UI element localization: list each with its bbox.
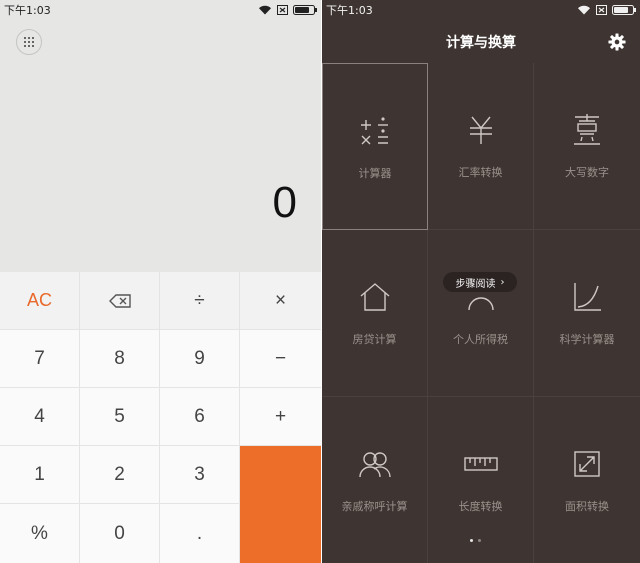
step-reading-label: 步骤阅读 (455, 278, 496, 290)
equals-button[interactable] (240, 446, 321, 563)
tile-area-conversion[interactable]: 面积转换 (534, 397, 640, 563)
tile-label: 科学计算器 (559, 333, 615, 346)
digit-7-button[interactable]: 7 (0, 330, 80, 388)
digit-0-button[interactable]: 0 (80, 504, 160, 563)
tile-label: 计算器 (358, 167, 392, 180)
page-indicator (470, 539, 481, 542)
backspace-button[interactable] (80, 272, 160, 330)
tile-label: 汇率转换 (458, 166, 503, 179)
tile-relative-title[interactable]: 亲戚称呼计算 (322, 397, 428, 563)
digit-9-button[interactable]: 9 (160, 330, 240, 388)
resize-icon (574, 451, 600, 477)
status-bar: 下午1:03 (322, 0, 640, 20)
digit-5-button[interactable]: 5 (80, 388, 160, 446)
backspace-icon (108, 293, 131, 308)
tile-mortgage[interactable]: 房贷计算 (322, 230, 428, 397)
tile-label: 亲戚称呼计算 (341, 500, 408, 513)
clear-button[interactable]: AC (0, 272, 80, 330)
calculator-screen: 下午1:03 0 AC ÷ × 7 8 9 − 4 5 6 + 1 2 3 % … (0, 0, 321, 563)
tile-label: 房贷计算 (352, 333, 397, 346)
tile-label: 面积转换 (565, 500, 609, 513)
page-dot-active (470, 539, 473, 542)
digit-2-button[interactable]: 2 (80, 446, 160, 504)
page-title: 计算与换算 (446, 35, 516, 51)
status-time: 下午1:03 (326, 4, 373, 17)
status-time: 下午1:03 (4, 4, 51, 17)
digit-4-button[interactable]: 4 (0, 388, 80, 446)
chevron-right-icon: › (500, 276, 505, 288)
wifi-icon (578, 5, 590, 15)
tile-scientific-calculator[interactable]: 科学计算器 (534, 230, 640, 397)
calculator-ops-icon (361, 117, 388, 145)
grid-dots-icon (24, 37, 34, 47)
percent-button[interactable]: % (0, 504, 80, 563)
gear-icon[interactable] (608, 33, 626, 51)
tile-label: 个人所得税 (453, 333, 508, 346)
tile-label: 长度转换 (458, 500, 503, 513)
tile-label: 大写数字 (565, 166, 609, 179)
step-reading-pill[interactable]: 步骤阅读 › (443, 272, 517, 292)
tile-uppercase-numbers[interactable]: 大写数字 (534, 63, 640, 230)
ruler-icon (463, 457, 498, 471)
multiply-button[interactable]: × (240, 272, 321, 330)
yuan-icon (469, 116, 492, 144)
plus-button[interactable]: + (240, 388, 321, 446)
keypad: AC ÷ × 7 8 9 − 4 5 6 + 1 2 3 % 0 . (0, 272, 321, 563)
digit-3-button[interactable]: 3 (160, 446, 240, 504)
app-grid-button[interactable] (16, 29, 42, 55)
tile-income-tax[interactable]: 个人所得税 (428, 230, 534, 397)
curve-chart-icon (574, 283, 601, 311)
no-sim-icon (277, 5, 288, 15)
digit-1-button[interactable]: 1 (0, 446, 80, 504)
tile-exchange-rate[interactable]: 汇率转换 (428, 63, 534, 230)
digit-6-button[interactable]: 6 (160, 388, 240, 446)
battery-icon (293, 5, 317, 15)
tile-length-conversion[interactable]: 长度转换 (428, 397, 534, 563)
wifi-icon (259, 5, 271, 15)
no-sim-icon (596, 5, 607, 15)
decimal-button[interactable]: . (160, 504, 240, 563)
people-icon (358, 452, 391, 478)
divide-button[interactable]: ÷ (160, 272, 240, 330)
minus-button[interactable]: − (240, 330, 321, 388)
calculator-display: 0 (272, 178, 297, 227)
chinese-numeral-icon (574, 114, 600, 145)
tile-calculator[interactable]: 计算器 (322, 63, 428, 230)
house-icon (360, 283, 389, 311)
digit-8-button[interactable]: 8 (80, 330, 160, 388)
status-bar: 下午1:03 (0, 0, 321, 20)
page-dot (478, 539, 481, 542)
battery-icon (612, 5, 636, 15)
